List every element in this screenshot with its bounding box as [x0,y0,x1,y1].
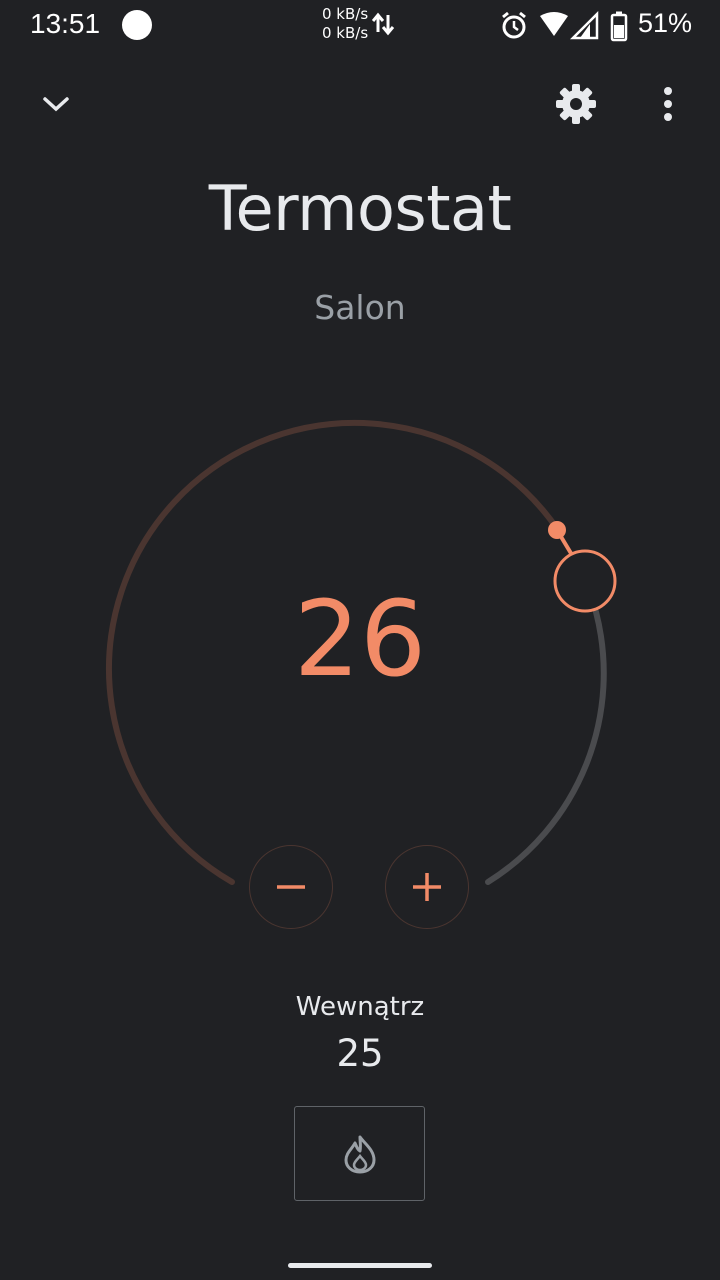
target-temperature: 26 [293,578,427,700]
increase-temperature-button[interactable] [385,845,469,929]
plus-icon [413,873,441,901]
navigation-handle[interactable] [288,1263,432,1268]
thermostat-screen: 13:51 0 kB/s 0 kB/s 51% Termostat Salon … [0,0,720,1280]
inside-label: Wewnątrz [295,992,425,1022]
thermostat-dial[interactable] [0,0,720,1000]
dial-pointer-dot [548,521,566,539]
flame-icon [344,1135,375,1173]
decrease-temperature-button[interactable] [249,845,333,929]
inside-temperature: 25 [336,1032,384,1075]
heating-mode-button[interactable] [294,1106,425,1201]
minus-icon [277,885,305,889]
